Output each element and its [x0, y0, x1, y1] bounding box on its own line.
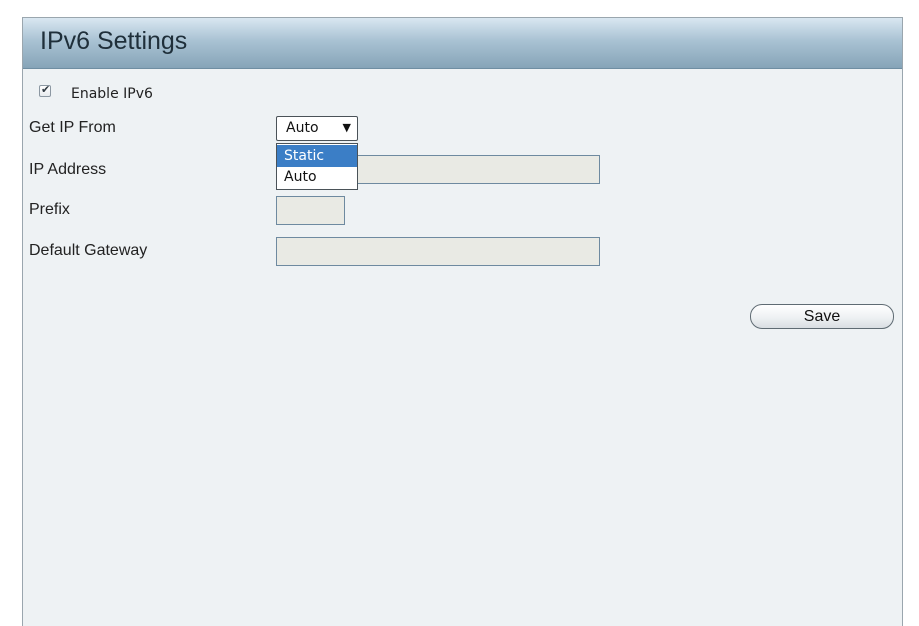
default-gateway-label: Default Gateway: [29, 242, 148, 259]
enable-ipv6-label: Enable IPv6: [71, 86, 153, 102]
get-ip-from-label: Get IP From: [29, 119, 116, 136]
get-ip-from-dropdown-list: Static Auto: [276, 143, 358, 190]
get-ip-from-select[interactable]: Auto ▼: [276, 116, 358, 141]
default-gateway-field[interactable]: [276, 237, 600, 266]
dropdown-option-auto[interactable]: Auto: [277, 166, 357, 188]
check-mark-icon: ✔: [41, 83, 51, 96]
prefix-label: Prefix: [29, 201, 70, 218]
dropdown-arrow-icon: ▼: [342, 121, 351, 134]
panel-header: IPv6 Settings: [23, 18, 902, 69]
ip-address-label: IP Address: [29, 161, 107, 178]
prefix-field[interactable]: [276, 196, 345, 225]
save-button[interactable]: Save: [750, 304, 894, 329]
get-ip-from-selected-value: Auto: [286, 120, 319, 136]
enable-ipv6-checkbox[interactable]: ✔: [39, 83, 51, 97]
page-title: IPv6 Settings: [40, 27, 188, 55]
dropdown-option-static[interactable]: Static: [277, 145, 357, 167]
